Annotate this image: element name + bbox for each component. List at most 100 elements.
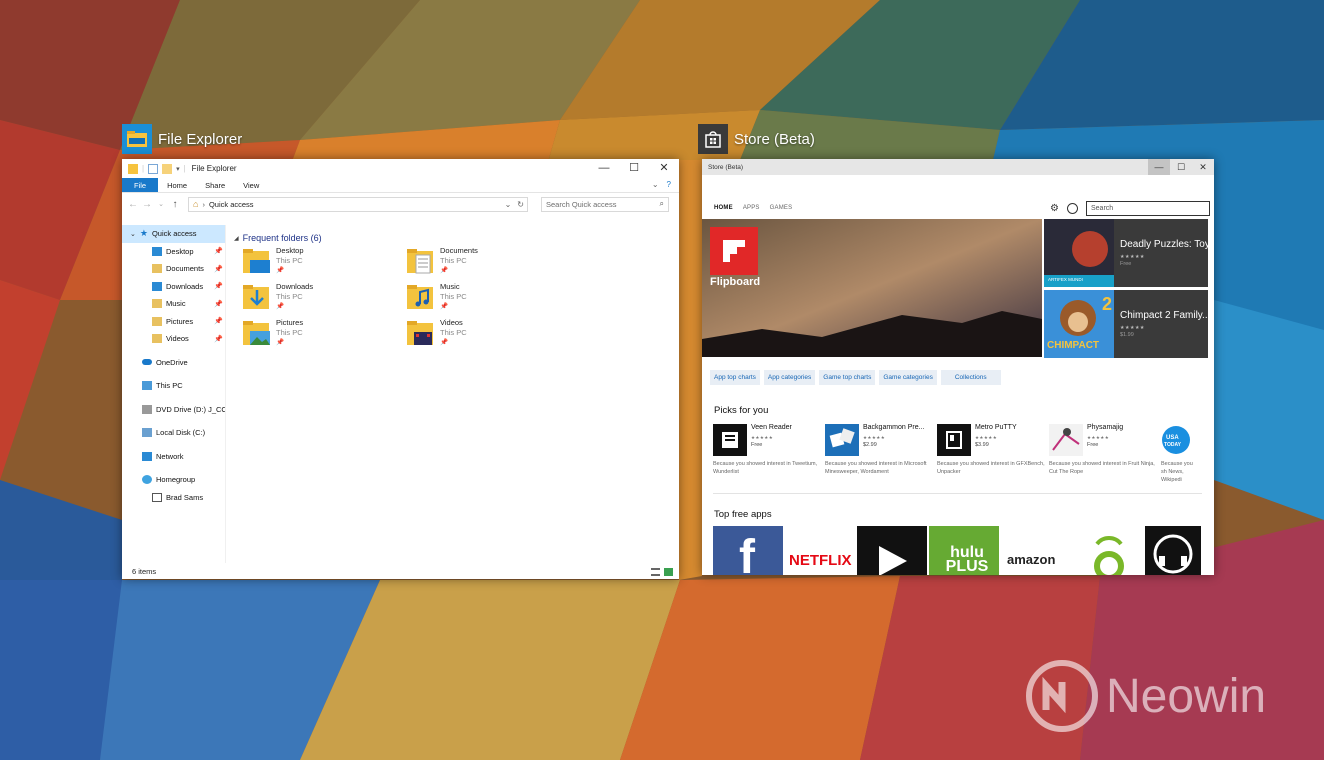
pick-physamajig[interactable]: Physamajig ★★★★★ Free Because you showed… <box>1049 424 1161 484</box>
maximize-button[interactable]: ☐ <box>1170 159 1192 175</box>
pick-backgammon[interactable]: Backgammon Pre... ★★★★★ $2.99 Because yo… <box>825 424 937 484</box>
picks-section-title[interactable]: Picks for you <box>714 405 768 416</box>
help-icon[interactable]: ? <box>667 180 671 189</box>
hero-banner-flipboard[interactable]: Flipboard <box>702 219 1042 357</box>
folder-tile-downloads[interactable]: Downloads This PC 📌 <box>242 282 406 314</box>
ribbon-tab-home[interactable]: Home <box>158 178 196 192</box>
group-title: Frequent folders (6) <box>242 233 322 243</box>
pin-icon: 📌 <box>214 265 223 273</box>
maximize-button[interactable]: ☐ <box>619 159 649 176</box>
ribbon-tab-file[interactable]: File <box>122 178 159 192</box>
nav-item-pictures[interactable]: Pictures 📌 <box>122 313 225 331</box>
details-view-icon[interactable] <box>651 568 660 576</box>
explorer-titlebar[interactable]: | ▾ | File Explorer — ☐ ✕ <box>122 159 679 178</box>
nav-item-dvd-drive[interactable]: DVD Drive (D:) J_CCS <box>122 401 225 419</box>
nav-item-quick-access[interactable]: ⌄ ★ Quick access <box>122 225 225 243</box>
explorer-thumbnail-title[interactable]: File Explorer <box>122 124 242 154</box>
folder-tile-videos[interactable]: Videos This PC 📌 <box>406 318 570 350</box>
link-app-top-charts[interactable]: App top charts <box>710 370 760 385</box>
account-avatar-icon[interactable] <box>1067 203 1078 214</box>
top-app-podcast[interactable] <box>1073 526 1143 575</box>
nav-item-videos[interactable]: Videos 📌 <box>122 330 225 348</box>
nav-item-documents[interactable]: Documents 📌 <box>122 260 225 278</box>
store-thumbnail-title[interactable]: Store (Beta) <box>698 124 815 154</box>
new-folder-icon[interactable] <box>162 163 173 174</box>
recent-dropdown-icon[interactable]: ⌄ <box>156 200 166 208</box>
link-game-top-charts[interactable]: Game top charts <box>819 370 876 385</box>
pick-metro-putty[interactable]: Metro PuTTY ★★★★★ $3.99 Because you show… <box>937 424 1049 484</box>
tab-games[interactable]: GAMES <box>770 205 793 211</box>
featured-name: Chimpact 2 Family... <box>1120 310 1208 321</box>
nav-item-desktop[interactable]: Desktop 📌 <box>122 243 225 261</box>
close-button[interactable]: ✕ <box>649 159 679 176</box>
top-app-hulu[interactable]: hulu PLUS <box>929 526 999 575</box>
folder-icon <box>128 163 138 174</box>
top-app-facebook[interactable]: f <box>713 526 783 575</box>
address-bar[interactable]: ⌂ › Quick access ⌄ ↻ <box>188 196 528 212</box>
pin-icon: 📌 <box>214 318 223 326</box>
featured-tile-deadly-puzzles[interactable]: ARTIFEX MUNDI Deadly Puzzles: Toy... ★★★… <box>1044 219 1208 287</box>
nav-item-homegroup[interactable]: Homegroup <box>122 471 225 489</box>
folder-tile-music[interactable]: Music This PC 📌 <box>406 282 570 314</box>
ribbon-tabs: File Home Share View ⌄ ? <box>122 178 679 193</box>
explorer-search-box[interactable]: Search Quick access ⌕ <box>541 196 669 212</box>
nav-item-user[interactable]: Brad Sams <box>122 489 225 507</box>
folder-tile-pictures[interactable]: Pictures This PC 📌 <box>242 318 406 350</box>
top-app-video[interactable] <box>857 526 927 575</box>
link-collections[interactable]: Collections <box>940 370 1001 385</box>
pick-name: Veen Reader <box>751 424 792 431</box>
featured-tile-chimpact[interactable]: 2 CHIMPACT Chimpact 2 Family... ★★★★★ $1… <box>1044 290 1208 358</box>
properties-icon[interactable] <box>148 163 159 174</box>
link-game-categories[interactable]: Game categories <box>879 370 937 385</box>
large-icons-view-icon[interactable] <box>664 568 673 576</box>
top-free-section-title[interactable]: Top free apps <box>714 509 772 520</box>
pick-usa-today[interactable]: USATODAY U ★★★★★ F Because you sh News, … <box>1161 424 1199 484</box>
nav-item-this-pc[interactable]: This PC <box>122 377 225 395</box>
store-search-placeholder: Search <box>1091 205 1114 212</box>
folder-tile-documents[interactable]: Documents This PC 📌 <box>406 246 570 278</box>
minimize-button[interactable]: — <box>589 159 619 176</box>
explorer-body: ⌄ ★ Quick access Desktop 📌 Documents 📌 D… <box>122 225 679 563</box>
pick-reason: Because you showed interest in GFXBench,… <box>937 461 1045 475</box>
frequent-folders-header[interactable]: ◢ Frequent folders (6) <box>234 232 679 244</box>
qat-dropdown-icon[interactable]: ▾ <box>176 165 180 173</box>
folder-name: Videos <box>440 318 463 327</box>
content-pane: ◢ Frequent folders (6) Desktop This PC 📌… <box>226 225 679 563</box>
flipboard-logo <box>710 227 758 275</box>
nav-item-onedrive[interactable]: OneDrive <box>122 354 225 372</box>
nav-item-network[interactable]: Network <box>122 448 225 466</box>
file-explorer-window[interactable]: | ▾ | File Explorer — ☐ ✕ File Home Shar… <box>122 159 679 579</box>
nav-item-downloads[interactable]: Downloads 📌 <box>122 278 225 296</box>
ribbon-tab-view[interactable]: View <box>234 178 268 192</box>
nav-label: Desktop <box>166 246 194 256</box>
close-button[interactable]: ✕ <box>1192 159 1214 175</box>
pick-reason: Because you sh News, Wikipedi <box>1161 461 1193 483</box>
top-app-netflix[interactable]: NETFLIX <box>785 526 855 575</box>
store-search-box[interactable]: Search <box>1086 201 1210 216</box>
back-arrow-icon[interactable]: ← <box>128 199 138 210</box>
address-dropdown-icon[interactable]: ⌄ <box>505 200 512 209</box>
nav-item-music[interactable]: Music 📌 <box>122 295 225 313</box>
section-divider <box>713 493 1202 494</box>
settings-gear-icon[interactable]: ⚙ <box>1050 203 1059 214</box>
pick-veen-reader[interactable]: Veen Reader ★★★★★ Free Because you showe… <box>713 424 825 484</box>
store-window[interactable]: Store (Beta) — ☐ ✕ HOME APPS GAMES ⚙ Sea… <box>702 159 1214 575</box>
expand-ribbon-icon[interactable]: ⌄ <box>652 180 659 189</box>
refresh-icon[interactable]: ↻ <box>517 200 524 209</box>
quick-access-toolbar: | ▾ | <box>122 163 186 174</box>
store-titlebar[interactable]: Store (Beta) — ☐ ✕ <box>702 159 1214 175</box>
svg-text:2: 2 <box>1102 294 1112 314</box>
neowin-watermark: Neowin <box>1026 660 1266 732</box>
up-arrow-icon[interactable]: ↑ <box>170 199 180 210</box>
collapse-chevron-icon[interactable]: ◢ <box>234 235 239 242</box>
forward-arrow-icon[interactable]: → <box>142 199 152 210</box>
tab-home[interactable]: HOME <box>714 205 733 211</box>
nav-item-local-disk[interactable]: Local Disk (C:) <box>122 424 225 442</box>
top-app-amazon[interactable]: amazon <box>1001 526 1071 575</box>
top-app-headphones[interactable] <box>1145 526 1201 575</box>
ribbon-tab-share[interactable]: Share <box>196 178 234 192</box>
minimize-button[interactable]: — <box>1148 159 1170 175</box>
tab-apps[interactable]: APPS <box>743 205 760 211</box>
link-app-categories[interactable]: App categories <box>763 370 816 385</box>
folder-tile-desktop[interactable]: Desktop This PC 📌 <box>242 246 406 278</box>
